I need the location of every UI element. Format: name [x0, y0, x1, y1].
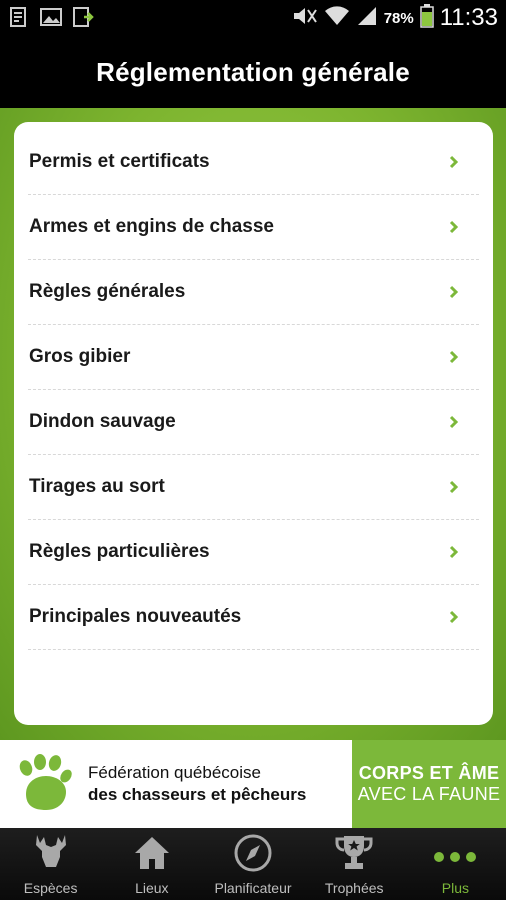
list-item-permis[interactable]: Permis et certificats	[28, 130, 479, 195]
list-item-label: Principales nouveautés	[29, 606, 242, 627]
list-item-nouveautes[interactable]: Principales nouveautés	[28, 585, 479, 650]
battery-level: 78%	[383, 9, 414, 27]
nav-tab-especes[interactable]: Espèces	[0, 828, 101, 900]
nav-tab-lieux[interactable]: Lieux	[101, 828, 202, 900]
nav-tab-trophees[interactable]: Trophées	[304, 828, 405, 900]
list-item-label: Permis et certificats	[29, 151, 210, 172]
slogan-block: CORPS ET ÂME AVEC LA FAUNE	[352, 740, 506, 828]
list-item-tirages[interactable]: Tirages au sort	[28, 455, 479, 520]
paw-print-icon	[14, 754, 74, 814]
main-background: Permis et certificats Armes et engins de…	[0, 108, 506, 740]
list-item-label: Armes et engins de chasse	[29, 216, 274, 237]
ad-banner[interactable]: Fédération québécoise des chasseurs et p…	[0, 740, 506, 828]
slogan-line1: CORPS ET ÂME	[358, 763, 500, 783]
list-item-label: Règles particulières	[29, 541, 210, 562]
chevron-right-icon	[449, 414, 465, 430]
chevron-right-icon	[449, 544, 465, 560]
federation-logo-block: Fédération québécoise des chasseurs et p…	[0, 740, 352, 828]
nav-label: Espèces	[23, 880, 78, 896]
trophy-icon	[334, 833, 374, 880]
download-icon	[72, 6, 94, 28]
app-header: Réglementation générale	[0, 36, 506, 108]
chevron-right-icon	[449, 479, 465, 495]
menu-list: Permis et certificats Armes et engins de…	[14, 130, 493, 650]
chevron-right-icon	[449, 609, 465, 625]
chevron-right-icon	[449, 284, 465, 300]
deer-icon	[31, 833, 71, 880]
nav-label: Trophées	[324, 880, 384, 896]
nav-label: Plus	[441, 880, 470, 896]
nav-tab-planificateur[interactable]: Planificateur	[202, 828, 303, 900]
chevron-right-icon	[449, 154, 465, 170]
federation-name-line1: Fédération québécoise	[88, 763, 261, 782]
federation-name-line2: des chasseurs et pêcheurs	[88, 785, 307, 804]
list-item-label: Règles générales	[29, 281, 186, 302]
list-item-dindon[interactable]: Dindon sauvage	[28, 390, 479, 455]
bottom-nav: Espèces Lieux Planificateur Trophées Plu…	[0, 828, 506, 900]
status-bar: 78% 11:33	[0, 0, 506, 36]
mute-icon	[292, 6, 318, 31]
notification-icon	[8, 6, 30, 28]
menu-card: Permis et certificats Armes et engins de…	[14, 122, 493, 725]
list-item-label: Tirages au sort	[29, 476, 165, 497]
nav-tab-plus[interactable]: Plus	[405, 828, 506, 900]
list-item-armes[interactable]: Armes et engins de chasse	[28, 195, 479, 260]
nav-label: Lieux	[135, 880, 169, 896]
more-icon	[431, 833, 479, 880]
slogan-line2: AVEC LA FAUNE	[357, 784, 501, 804]
nav-label: Planificateur	[214, 880, 292, 896]
list-item-gros-gibier[interactable]: Gros gibier	[28, 325, 479, 390]
image-icon	[40, 6, 62, 28]
list-item-label: Gros gibier	[29, 346, 131, 367]
list-item-label: Dindon sauvage	[29, 411, 176, 432]
clock: 11:33	[439, 4, 498, 31]
wifi-icon	[324, 5, 350, 32]
list-item-regles-particulieres[interactable]: Règles particulières	[28, 520, 479, 585]
chevron-right-icon	[449, 349, 465, 365]
list-item-regles-generales[interactable]: Règles générales	[28, 260, 479, 325]
house-icon	[132, 833, 172, 880]
chevron-right-icon	[449, 219, 465, 235]
page-title: Réglementation générale	[96, 56, 410, 87]
compass-icon	[233, 833, 273, 880]
battery-icon	[419, 3, 434, 33]
signal-icon	[356, 5, 378, 32]
